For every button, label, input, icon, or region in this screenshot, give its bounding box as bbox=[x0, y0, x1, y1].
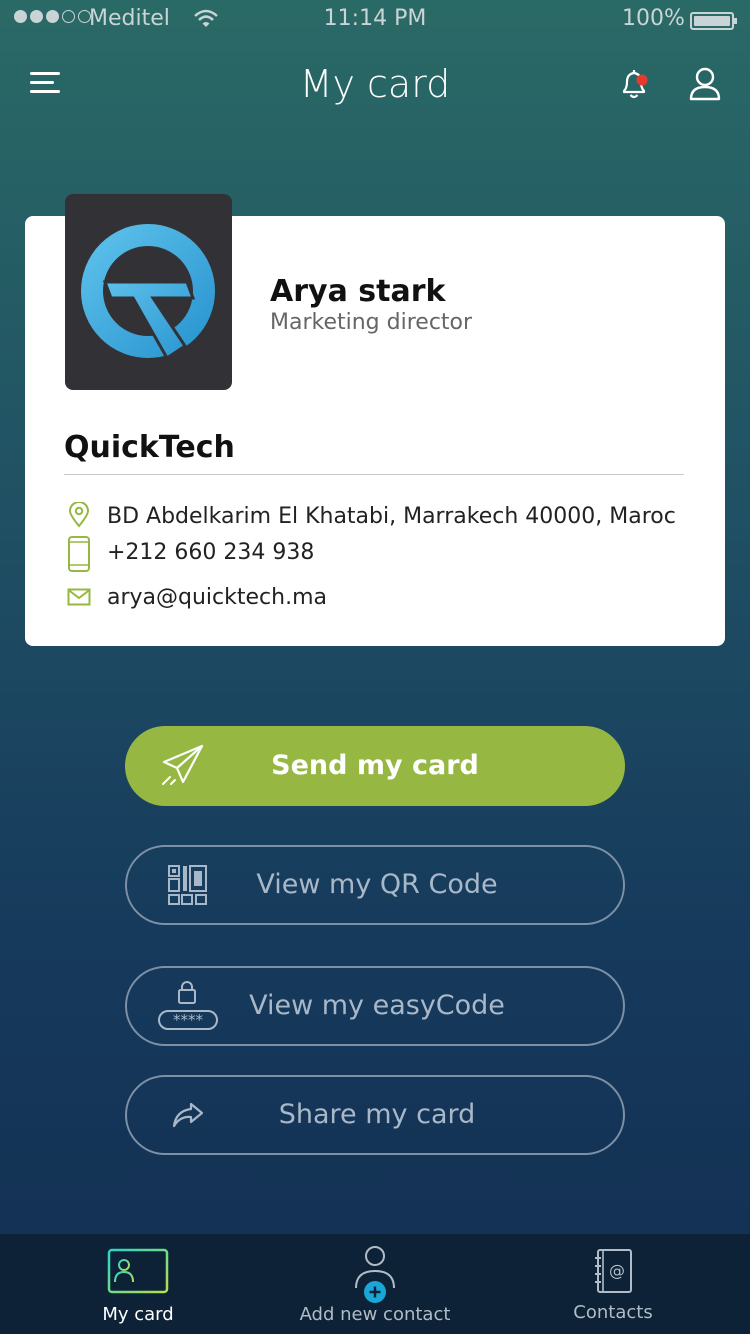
email-row: arya@quicktech.ma bbox=[66, 585, 327, 610]
add-contact-icon bbox=[353, 1244, 397, 1310]
id-card-icon bbox=[107, 1248, 169, 1298]
address-text: BD Abdelkarim El Khatabi, Marrakech 4000… bbox=[107, 504, 676, 529]
battery-percent: 100% bbox=[622, 6, 685, 31]
tab-my-card[interactable]: My card bbox=[66, 1234, 210, 1334]
tab-contacts[interactable]: @ Contacts bbox=[550, 1234, 676, 1334]
phone-row: +212 660 234 938 bbox=[66, 536, 314, 572]
mobile-phone-icon bbox=[66, 536, 92, 572]
share-card-label: Share my card bbox=[278, 1099, 476, 1130]
notification-bell-icon[interactable] bbox=[616, 66, 652, 106]
battery-icon bbox=[690, 12, 737, 30]
tab-my-card-label: My card bbox=[102, 1304, 174, 1325]
view-easycode-button[interactable]: **** View my easyCode bbox=[125, 966, 625, 1046]
profile-icon[interactable] bbox=[688, 66, 722, 106]
divider bbox=[64, 474, 684, 475]
status-bar: Meditel 11:14 PM 100% bbox=[0, 0, 750, 40]
company-logo bbox=[65, 194, 232, 390]
tab-contacts-label: Contacts bbox=[573, 1302, 653, 1323]
view-qr-code-button[interactable]: View my QR Code bbox=[125, 845, 625, 925]
email-text: arya@quicktech.ma bbox=[107, 585, 327, 610]
address-book-icon: @ bbox=[594, 1248, 634, 1298]
tab-add-new-contact[interactable]: Add new contact bbox=[290, 1234, 460, 1334]
share-card-button[interactable]: Share my card bbox=[125, 1075, 625, 1155]
view-easycode-label: View my easyCode bbox=[249, 990, 505, 1021]
company-name: QuickTech bbox=[64, 430, 235, 465]
send-card-label: Send my card bbox=[271, 750, 479, 781]
phone-text: +212 660 234 938 bbox=[107, 540, 315, 565]
send-card-button[interactable]: Send my card bbox=[125, 726, 625, 806]
address-row: BD Abdelkarim El Khatabi, Marrakech 4000… bbox=[66, 502, 676, 529]
contact-role: Marketing director bbox=[270, 310, 473, 335]
bottom-tab-bar: My card Add new contact @ Contacts bbox=[0, 1234, 750, 1334]
contact-name: Arya stark bbox=[270, 274, 446, 309]
location-pin-icon bbox=[66, 502, 92, 528]
view-qr-code-label: View my QR Code bbox=[256, 869, 498, 900]
svg-text:@: @ bbox=[609, 1261, 625, 1280]
envelope-icon bbox=[66, 588, 92, 606]
tab-add-new-contact-label: Add new contact bbox=[299, 1304, 451, 1325]
